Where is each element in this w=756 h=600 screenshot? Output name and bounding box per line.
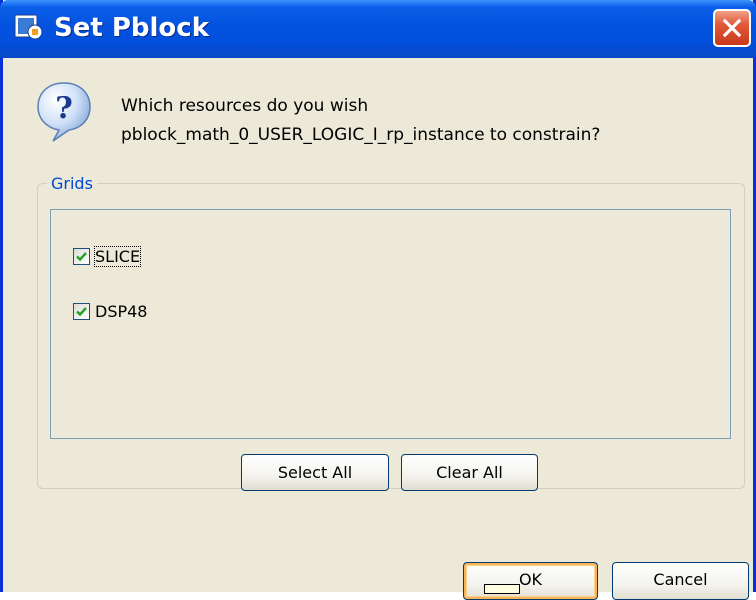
title-bar[interactable]: Set Pblock — [0, 0, 756, 58]
ok-button[interactable]: OK — [463, 562, 598, 600]
slice-checkbox[interactable] — [73, 247, 90, 265]
slice-label: SLICE — [93, 245, 142, 267]
message-text: Which resources do you wish pblock_math_… — [121, 92, 600, 150]
clear-all-button[interactable]: Clear All — [401, 454, 538, 491]
dialog-window: Set Pblock ? Which resources do you wish… — [0, 0, 756, 600]
checkmark-icon — [76, 306, 87, 316]
checkbox-slice[interactable]: SLICE — [73, 245, 142, 267]
svg-text:?: ? — [55, 91, 73, 126]
window-title: Set Pblock — [54, 13, 209, 43]
grids-list-panel — [50, 209, 731, 439]
close-button[interactable] — [713, 9, 751, 47]
dsp48-label: DSP48 — [95, 301, 148, 321]
checkmark-icon — [76, 251, 87, 261]
message-line-1: Which resources do you wish — [121, 96, 369, 116]
tooltip-fragment — [484, 584, 520, 594]
cancel-button[interactable]: Cancel — [612, 562, 749, 600]
checkbox-dsp48[interactable]: DSP48 — [73, 300, 147, 322]
question-icon: ? — [35, 80, 93, 144]
select-all-button[interactable]: Select All — [241, 454, 389, 491]
message-line-2: pblock_math_0_USER_LOGIC_I_rp_instance t… — [121, 125, 601, 145]
app-window-icon[interactable] — [14, 12, 44, 42]
grids-legend: Grids — [47, 173, 97, 195]
dsp48-checkbox[interactable] — [73, 302, 90, 320]
